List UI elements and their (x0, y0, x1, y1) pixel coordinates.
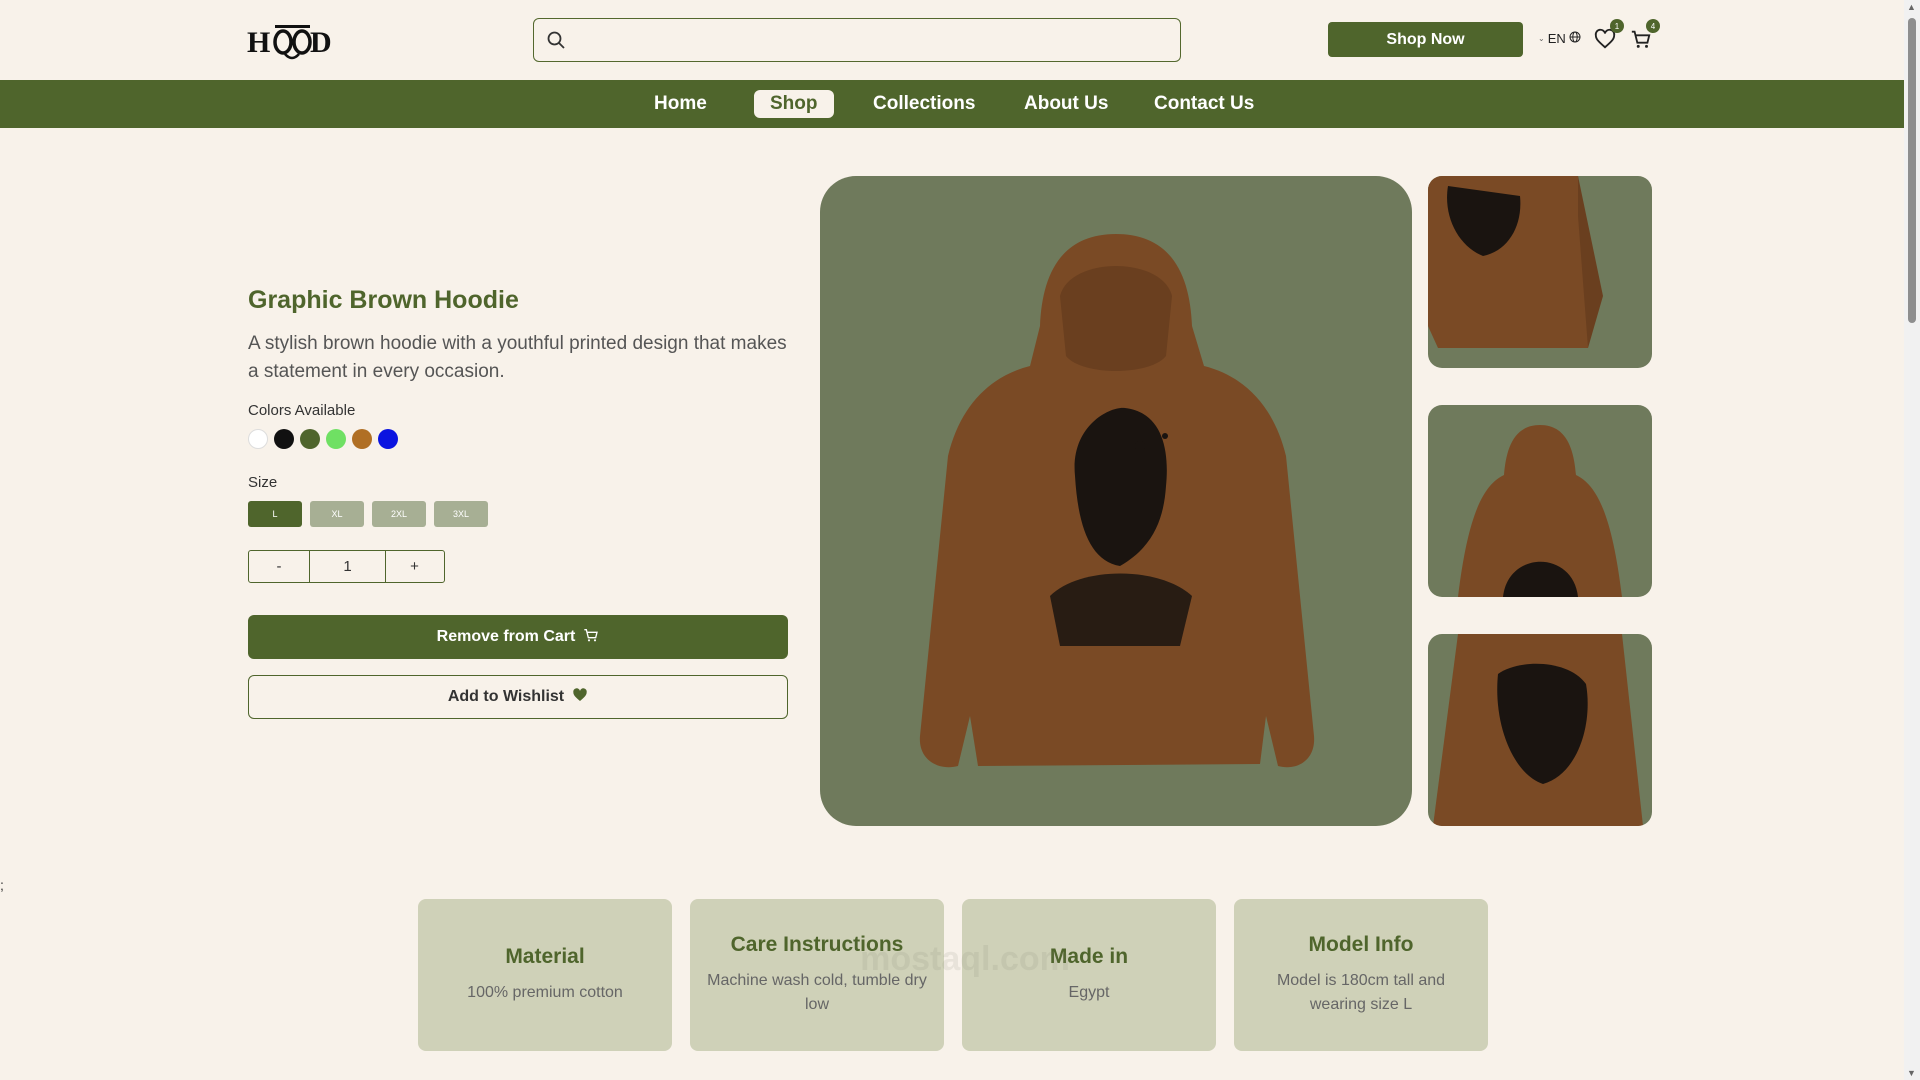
info-card-value: Model is 180cm tall and wearing size L (1276, 972, 1446, 1013)
quantity-increase-button[interactable]: + (386, 551, 443, 582)
search-icon (546, 30, 566, 55)
heart-icon (572, 687, 588, 708)
language-selector[interactable]: ⌄ EN (1538, 31, 1581, 46)
cart-button[interactable]: 4 (1630, 19, 1660, 50)
add-to-wishlist-label: Add to Wishlist (447, 688, 565, 705)
scrollbar-thumb[interactable] (1908, 18, 1916, 323)
info-card-title: Care Instructions (730, 933, 904, 956)
main-product-image[interactable] (820, 176, 1412, 826)
nav-collections[interactable]: Collections (857, 90, 991, 118)
size-option-l[interactable]: L (248, 501, 302, 527)
chevron-down-icon: ⌄ (1538, 34, 1545, 43)
stray-text: ; (0, 877, 4, 893)
info-card-value: 100% premium cotton (467, 984, 623, 1001)
search-input[interactable] (576, 25, 1166, 55)
size-option-xl[interactable]: XL (310, 501, 364, 527)
nav-about-us[interactable]: About Us (1008, 90, 1124, 118)
add-to-wishlist-button[interactable]: Add to Wishlist (248, 675, 788, 719)
color-swatch-brown[interactable] (352, 429, 372, 449)
info-card-title: Material (505, 945, 585, 968)
site-header: H D Shop Now ⌄ EN 1 4 (0, 0, 1904, 80)
size-options: L XL 2XL 3XL (248, 501, 488, 527)
info-card-model: Model Info Model is 180cm tall and weari… (1234, 899, 1488, 1051)
colors-label: Colors Available (248, 402, 356, 419)
cart-icon (1630, 30, 1652, 54)
info-card-value: Machine wash cold, tumble dry low (707, 972, 927, 1013)
shop-now-button[interactable]: Shop Now (1328, 22, 1523, 57)
quantity-decrease-button[interactable]: - (249, 551, 310, 582)
color-swatch-blue[interactable] (378, 429, 398, 449)
hoodie-illustration (919, 234, 1315, 768)
color-swatch-black[interactable] (274, 429, 294, 449)
info-card-value: Egypt (1068, 984, 1110, 1001)
size-option-3xl[interactable]: 3XL (434, 501, 488, 527)
brand-logo[interactable]: H D (247, 20, 337, 62)
product-title: Graphic Brown Hoodie (248, 286, 519, 314)
nav-home[interactable]: Home (638, 90, 723, 118)
remove-from-cart-button[interactable]: Remove from Cart (248, 615, 788, 659)
remove-from-cart-label: Remove from Cart (436, 628, 576, 645)
info-card-title: Made in (1049, 945, 1129, 968)
info-card-material: Material 100% premium cotton (418, 899, 672, 1051)
product-thumbnail[interactable] (1428, 405, 1652, 597)
cart-icon (583, 627, 599, 648)
svg-text:D: D (310, 26, 332, 59)
product-description: A stylish brown hoodie with a youthful p… (248, 333, 787, 382)
wishlist-button[interactable]: 1 (1594, 19, 1624, 50)
scroll-up-arrow-icon[interactable]: ▲ (1907, 2, 1916, 12)
page-scrollbar[interactable]: ▲ ▼ (1904, 0, 1920, 1080)
product-thumbnail[interactable] (1428, 634, 1652, 826)
cart-count-badge: 4 (1646, 19, 1660, 33)
wishlist-count-badge: 1 (1610, 19, 1624, 33)
info-card-care: Care Instructions Machine wash cold, tum… (690, 899, 944, 1051)
info-card-title: Model Info (1308, 933, 1414, 956)
color-swatch-light-green[interactable] (326, 429, 346, 449)
main-nav: Home Shop Collections About Us Contact U… (0, 80, 1904, 128)
nav-shop[interactable]: Shop (754, 90, 834, 118)
language-label: EN (1547, 31, 1566, 46)
quantity-stepper: - 1 + (248, 550, 445, 583)
color-swatch-white[interactable] (248, 429, 268, 449)
quantity-value[interactable]: 1 (310, 551, 386, 582)
heart-icon (1594, 28, 1616, 54)
scroll-down-arrow-icon[interactable]: ▼ (1907, 1068, 1916, 1078)
info-card-made-in: Made in Egypt (962, 899, 1216, 1051)
search-bar[interactable] (533, 18, 1181, 62)
svg-text:H: H (247, 26, 270, 59)
size-label: Size (248, 474, 278, 491)
size-option-2xl[interactable]: 2XL (372, 501, 426, 527)
nav-contact-us[interactable]: Contact Us (1138, 90, 1270, 118)
globe-icon (1569, 31, 1581, 46)
color-swatch-olive[interactable] (300, 429, 320, 449)
color-swatches (248, 429, 398, 449)
product-thumbnail[interactable] (1428, 176, 1652, 368)
